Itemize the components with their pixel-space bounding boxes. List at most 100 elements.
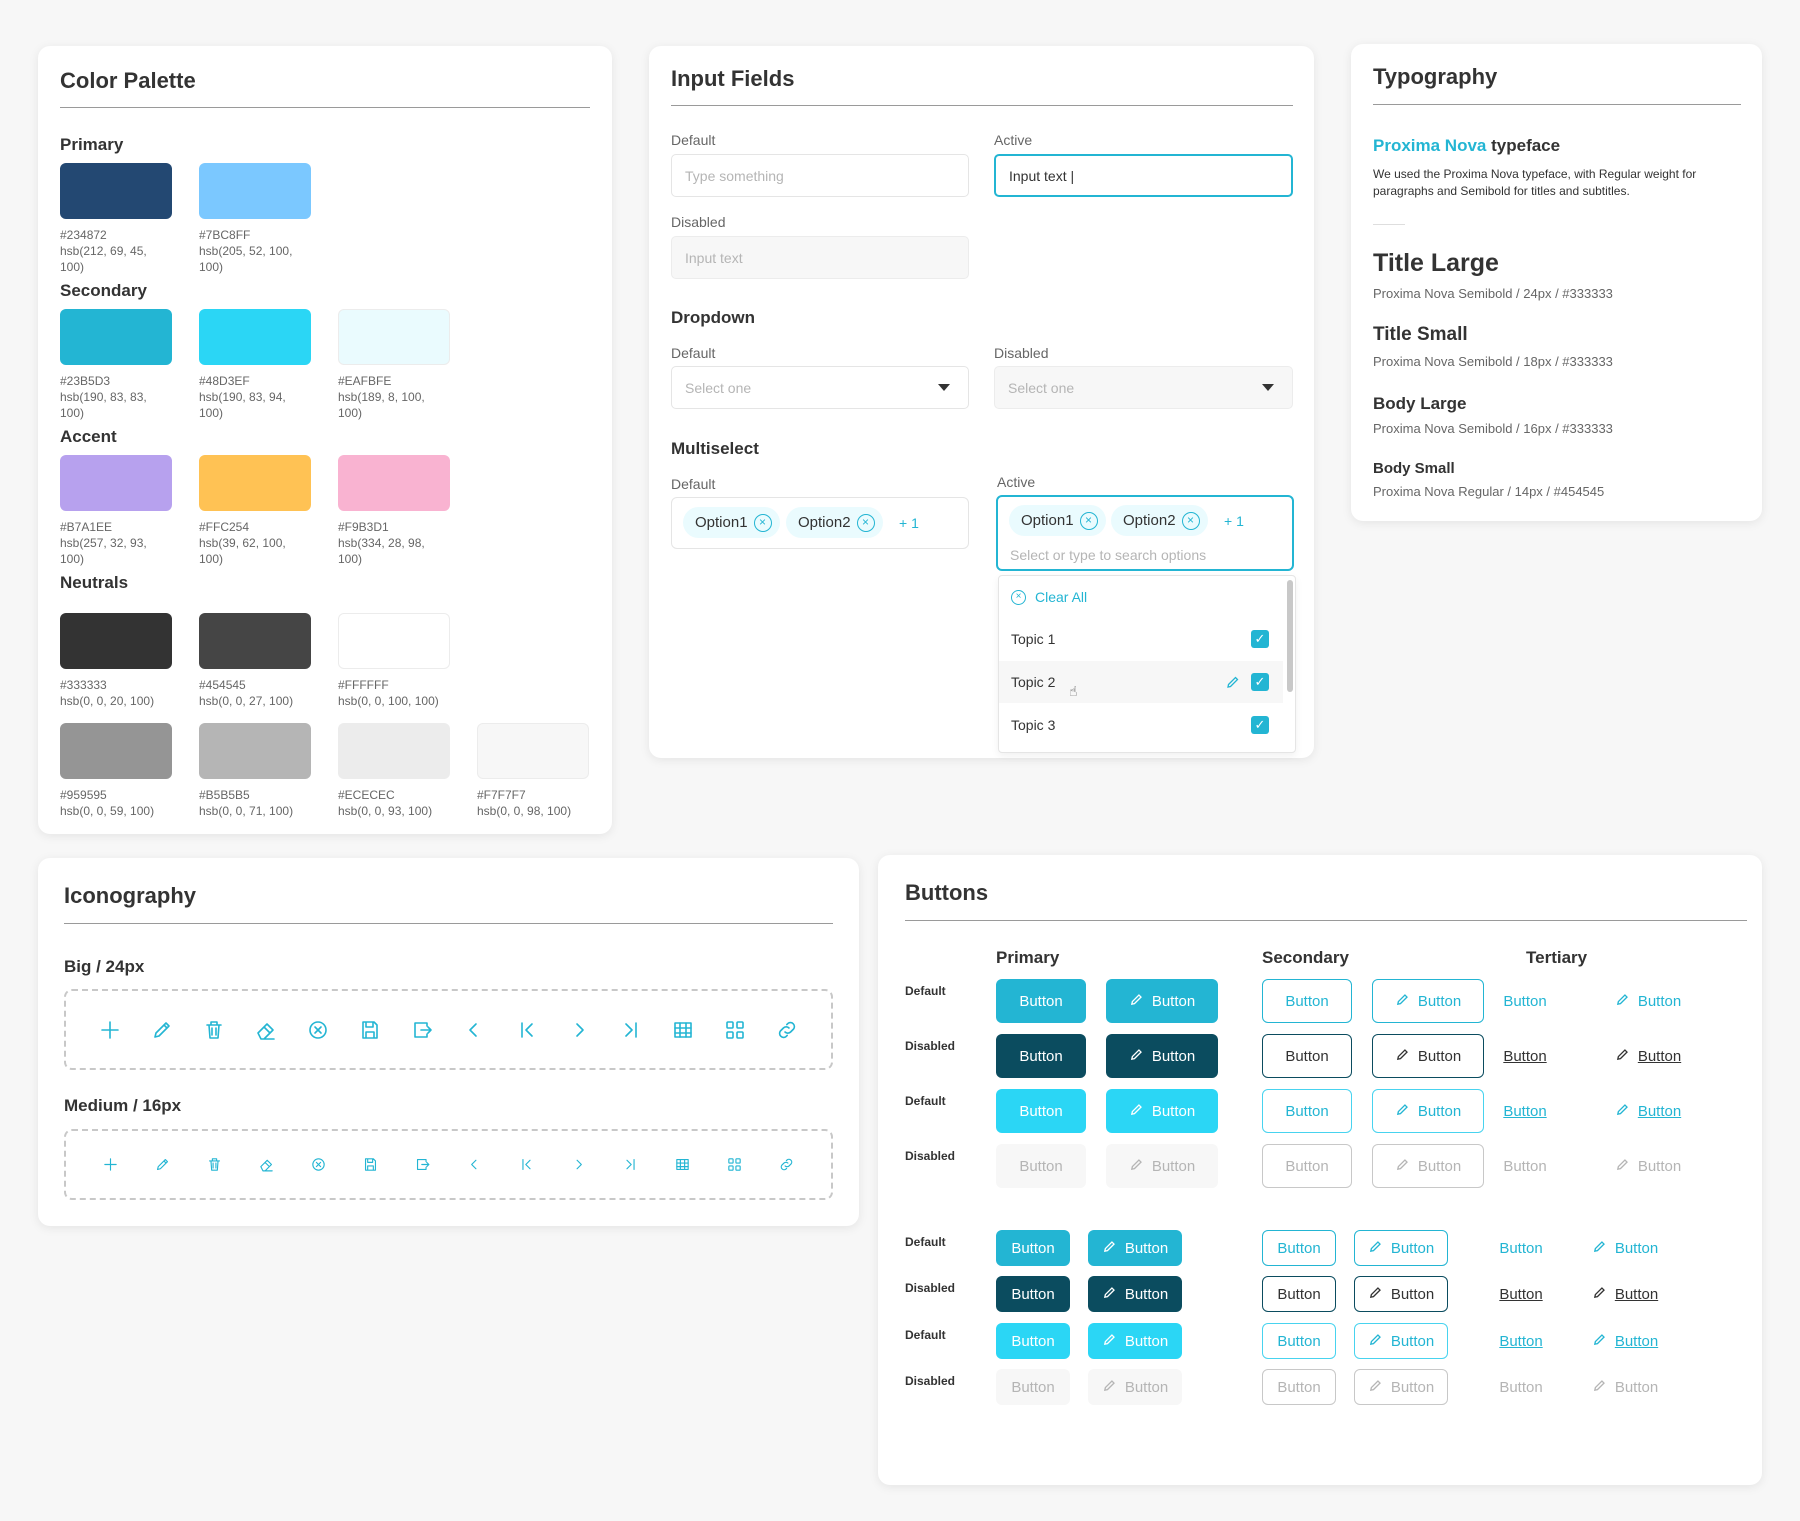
iconography-card: Iconography Big / 24px Medium / 16px: [38, 858, 859, 1226]
color-swatch: #23B5D3 hsb(190, 83, 83, 100): [60, 309, 172, 421]
swatch-hex: #EAFBFE: [338, 374, 392, 388]
option-topic-3[interactable]: Topic 3 ✓: [999, 704, 1283, 746]
checkbox-checked-icon[interactable]: ✓: [1251, 716, 1269, 734]
primary-icon-button[interactable]: Button: [1106, 979, 1218, 1023]
tertiary-button[interactable]: Button: [1484, 1323, 1558, 1359]
chevron-right-icon: [570, 1156, 587, 1173]
swatch-hsb: hsb(190, 83, 94, 100): [199, 390, 286, 420]
primary-button: Button: [996, 1369, 1070, 1405]
secondary-icon-button[interactable]: Button: [1372, 1034, 1484, 1078]
clear-all-button[interactable]: × Clear All: [999, 576, 1283, 618]
multiselect-active[interactable]: Option1 × Option2 × + 1 Select or type to …: [996, 495, 1294, 571]
primary-icon-button[interactable]: Button: [1106, 1034, 1218, 1078]
table-icon: [671, 1018, 695, 1042]
checkbox-checked-icon[interactable]: ✓: [1251, 630, 1269, 648]
primary-button[interactable]: Button: [996, 1034, 1086, 1078]
secondary-button[interactable]: Button: [1262, 1230, 1336, 1266]
multiselect-default[interactable]: Option1 × Option2 × + 1: [671, 497, 969, 549]
color-swatch: #F9B3D1 hsb(334, 28, 98, 100): [338, 455, 450, 567]
option-topic-1[interactable]: Topic 1 ✓: [999, 618, 1283, 660]
swatch-color-chip: [60, 455, 172, 511]
secondary-icon-button[interactable]: Button: [1354, 1323, 1448, 1359]
save-icon: [362, 1156, 379, 1173]
tertiary-button[interactable]: Button: [1480, 1034, 1570, 1078]
link-icon: [778, 1156, 795, 1173]
primary-button[interactable]: Button: [996, 1230, 1070, 1266]
tertiary-icon-button[interactable]: Button: [1592, 1089, 1704, 1133]
style-title-small-spec: Proxima Nova Semibold / 18px / #333333: [1373, 354, 1613, 369]
dropdown-default-select[interactable]: Select one: [671, 366, 969, 409]
button-label: Button: [1019, 1157, 1063, 1175]
swatch-color-chip: [199, 613, 311, 669]
active-text-input[interactable]: Input text |: [994, 154, 1293, 197]
swatch-hex: #7BC8FF: [199, 228, 251, 242]
secondary-icon-button[interactable]: Button: [1354, 1276, 1448, 1312]
tertiary-icon-button: Button: [1578, 1369, 1672, 1405]
button-label: Button: [1390, 1378, 1435, 1396]
close-circle-icon[interactable]: ×: [1181, 511, 1200, 530]
button-label: Button: [1390, 1285, 1435, 1303]
typeface-heading: Proxima Nova typeface: [1373, 136, 1560, 156]
secondary-icon-button[interactable]: Button: [1354, 1230, 1448, 1266]
secondary-button: Button: [1262, 1369, 1336, 1405]
button-label: Button: [1614, 1285, 1659, 1303]
disabled-input-label: Disabled: [671, 214, 726, 230]
color-swatch: #B7A1EE hsb(257, 32, 93, 100): [60, 455, 172, 567]
button-state-label: Disabled: [905, 1149, 956, 1163]
option-topic-2[interactable]: Topic 2 ☝ ✓: [999, 661, 1283, 703]
tertiary-button[interactable]: Button: [1480, 1089, 1570, 1133]
primary-icon-button[interactable]: Button: [1106, 1089, 1218, 1133]
tertiary-icon-button[interactable]: Button: [1578, 1276, 1672, 1312]
secondary-button[interactable]: Button: [1262, 1089, 1352, 1133]
button-label: Button: [1285, 992, 1329, 1010]
primary-icon-button[interactable]: Button: [1088, 1230, 1182, 1266]
close-circle-icon[interactable]: ×: [753, 513, 772, 532]
swatch-hex: #F9B3D1: [338, 520, 389, 534]
button-state-label: Default: [905, 984, 946, 998]
tertiary-button[interactable]: Button: [1480, 979, 1570, 1023]
close-circle-icon[interactable]: ×: [1079, 511, 1098, 530]
close-circle-icon[interactable]: ×: [856, 513, 875, 532]
chip-option1[interactable]: Option1 ×: [1009, 505, 1106, 536]
secondary-icon-button[interactable]: Button: [1372, 979, 1484, 1023]
tertiary-icon-button[interactable]: Button: [1578, 1230, 1672, 1266]
tertiary-button[interactable]: Button: [1484, 1276, 1558, 1312]
button-label: Button: [1151, 1157, 1196, 1175]
primary-button: Button: [996, 1144, 1086, 1188]
secondary-button[interactable]: Button: [1262, 979, 1352, 1023]
grid-icon: [726, 1156, 743, 1173]
chip-option2[interactable]: Option2 ×: [1111, 505, 1208, 536]
pencil-icon[interactable]: [1225, 674, 1241, 693]
tertiary-icon-button[interactable]: Button: [1592, 979, 1704, 1023]
tertiary-button[interactable]: Button: [1484, 1230, 1558, 1266]
swatch-hsb: hsb(189, 8, 100, 100): [338, 390, 425, 420]
chip-option1[interactable]: Option1 ×: [683, 507, 780, 538]
secondary-icon-button[interactable]: Button: [1372, 1089, 1484, 1133]
button-label: Button: [1277, 1378, 1321, 1396]
secondary-button[interactable]: Button: [1262, 1276, 1336, 1312]
color-palette-title: Color Palette: [60, 68, 196, 93]
pencil-icon: [1592, 1239, 1607, 1258]
multiselect-search-input[interactable]: Select or type to search options: [1010, 547, 1206, 563]
scrollbar[interactable]: [1287, 580, 1293, 692]
button-label: Button: [1614, 1378, 1659, 1396]
secondary-button[interactable]: Button: [1262, 1323, 1336, 1359]
default-text-input[interactable]: Type something: [671, 154, 969, 197]
primary-button[interactable]: Button: [996, 1276, 1070, 1312]
primary-button[interactable]: Button: [996, 1323, 1070, 1359]
button-label: Button: [1503, 1047, 1547, 1065]
swatch-color-chip: [338, 455, 450, 511]
tertiary-icon-button[interactable]: Button: [1592, 1034, 1704, 1078]
checkbox-checked-icon[interactable]: ✓: [1251, 673, 1269, 691]
button-label: Button: [1277, 1332, 1321, 1350]
primary-icon-button[interactable]: Button: [1088, 1323, 1182, 1359]
swatch-hex: #B5B5B5: [199, 788, 250, 802]
button-label: Button: [1390, 1332, 1435, 1350]
chip-option2[interactable]: Option2 ×: [786, 507, 883, 538]
primary-button[interactable]: Button: [996, 1089, 1086, 1133]
swatch-hsb: hsb(205, 52, 100, 100): [199, 244, 293, 274]
secondary-button[interactable]: Button: [1262, 1034, 1352, 1078]
primary-icon-button[interactable]: Button: [1088, 1276, 1182, 1312]
primary-button[interactable]: Button: [996, 979, 1086, 1023]
tertiary-icon-button[interactable]: Button: [1578, 1323, 1672, 1359]
